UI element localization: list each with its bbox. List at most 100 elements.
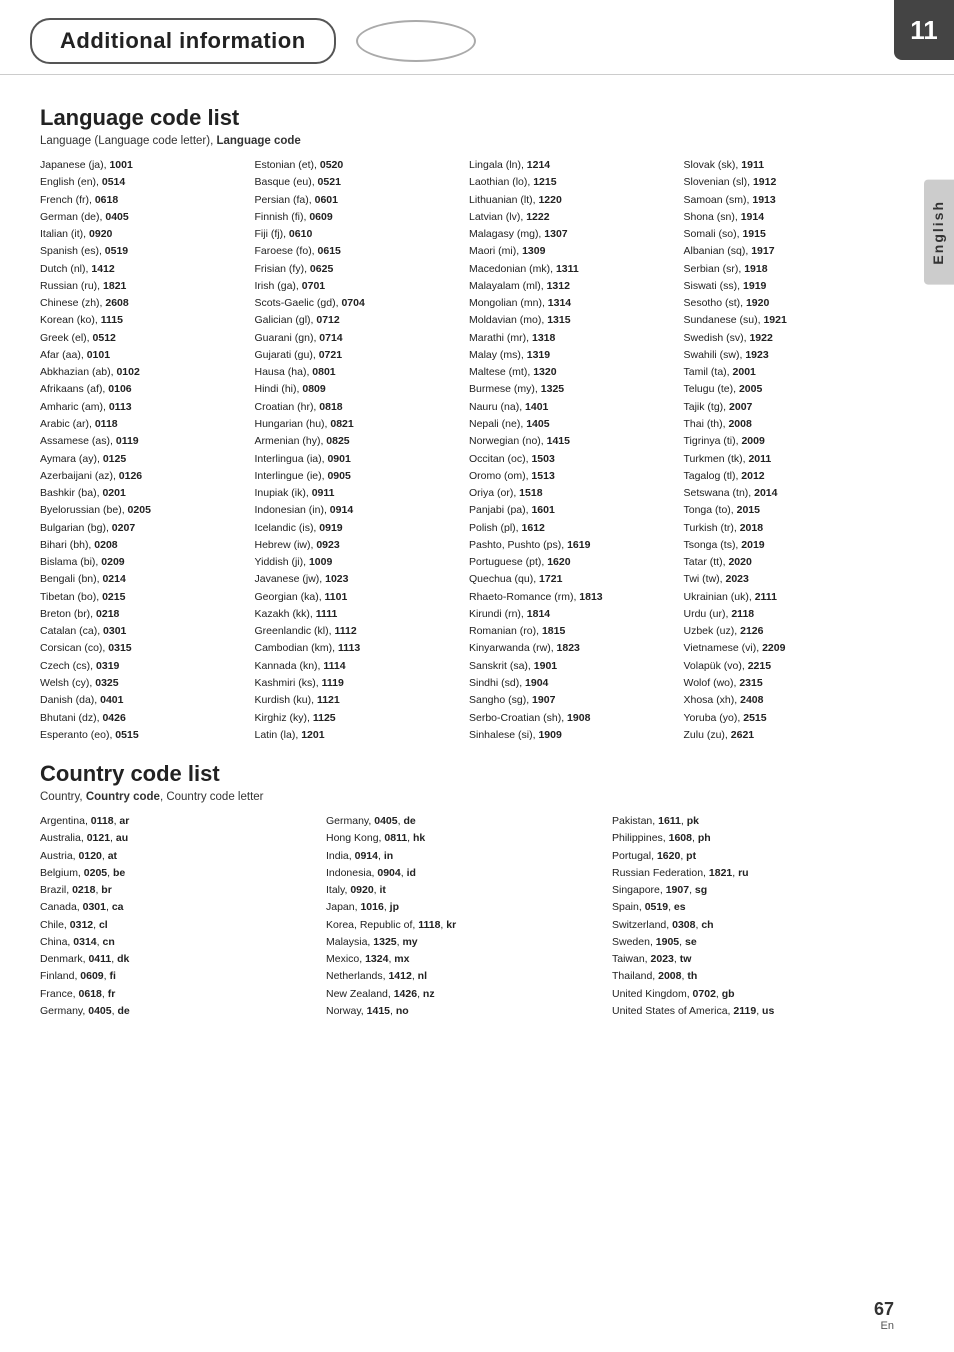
list-item: Bihari (bh), 0208 [40, 537, 251, 553]
list-item: German (de), 0405 [40, 209, 251, 225]
list-item: Laothian (lo), 1215 [469, 174, 680, 190]
list-item: United Kingdom, 0702, gb [612, 986, 894, 1002]
list-item: Vietnamese (vi), 2209 [684, 640, 895, 656]
list-item: Norwegian (no), 1415 [469, 433, 680, 449]
list-item: Sweden, 1905, se [612, 934, 894, 950]
footer-page-number: 67 [874, 1299, 894, 1320]
list-item: Australia, 0121, au [40, 830, 322, 846]
list-item: Thailand, 2008, th [612, 968, 894, 984]
list-item: Malaysia, 1325, my [326, 934, 608, 950]
language-subtitle-bold: Language code [216, 135, 300, 147]
list-item: Romanian (ro), 1815 [469, 623, 680, 639]
list-item: Macedonian (mk), 1311 [469, 261, 680, 277]
list-item: China, 0314, cn [40, 934, 322, 950]
list-item: India, 0914, in [326, 848, 608, 864]
list-item: Mongolian (mn), 1314 [469, 295, 680, 311]
list-item: Hungarian (hu), 0821 [255, 416, 466, 432]
main-content: Language code list Language (Language co… [0, 85, 954, 1039]
list-item: Malayalam (ml), 1312 [469, 278, 680, 294]
list-item: Tigrinya (ti), 2009 [684, 433, 895, 449]
list-item: Sesotho (st), 1920 [684, 295, 895, 311]
list-item: Polish (pl), 1612 [469, 520, 680, 536]
list-item: Singapore, 1907, sg [612, 882, 894, 898]
list-item: Taiwan, 2023, tw [612, 951, 894, 967]
list-item: Interlingua (ia), 0901 [255, 451, 466, 467]
list-item: New Zealand, 1426, nz [326, 986, 608, 1002]
list-item: Bashkir (ba), 0201 [40, 485, 251, 501]
list-item: Twi (tw), 2023 [684, 571, 895, 587]
list-item: Marathi (mr), 1318 [469, 330, 680, 346]
list-item: Hindi (hi), 0809 [255, 381, 466, 397]
list-item: Greenlandic (kl), 1112 [255, 623, 466, 639]
list-item: Russian Federation, 1821, ru [612, 865, 894, 881]
country-column-3: Pakistan, 1611, pkPhilippines, 1608, phP… [612, 813, 894, 1019]
language-columns: Japanese (ja), 1001English (en), 0514Fre… [40, 157, 894, 743]
list-item: Amharic (am), 0113 [40, 399, 251, 415]
list-item: Kirundi (rn), 1814 [469, 606, 680, 622]
list-item: Bislama (bi), 0209 [40, 554, 251, 570]
list-item: Armenian (hy), 0825 [255, 433, 466, 449]
list-item: Kirghiz (ky), 1125 [255, 710, 466, 726]
list-item: Latin (la), 1201 [255, 727, 466, 743]
list-item: Guarani (gn), 0714 [255, 330, 466, 346]
list-item: Philippines, 1608, ph [612, 830, 894, 846]
english-tab: English [924, 180, 954, 285]
list-item: Esperanto (eo), 0515 [40, 727, 251, 743]
list-item: Wolof (wo), 2315 [684, 675, 895, 691]
list-item: Indonesian (in), 0914 [255, 502, 466, 518]
list-item: Kinyarwanda (rw), 1823 [469, 640, 680, 656]
country-subtitle-mid: , Country code letter [160, 791, 264, 803]
list-item: Hausa (ha), 0801 [255, 364, 466, 380]
list-item: Nauru (na), 1401 [469, 399, 680, 415]
list-item: Afar (aa), 0101 [40, 347, 251, 363]
list-item: Dutch (nl), 1412 [40, 261, 251, 277]
list-item: Telugu (te), 2005 [684, 381, 895, 397]
list-item: Korea, Republic of, 1118, kr [326, 917, 608, 933]
country-column-1: Argentina, 0118, arAustralia, 0121, auAu… [40, 813, 322, 1019]
list-item: Ukrainian (uk), 2111 [684, 589, 895, 605]
list-item: Kurdish (ku), 1121 [255, 692, 466, 708]
list-item: Frisian (fy), 0625 [255, 261, 466, 277]
list-item: Thai (th), 2008 [684, 416, 895, 432]
list-item: Tonga (to), 2015 [684, 502, 895, 518]
list-item: Croatian (hr), 0818 [255, 399, 466, 415]
list-item: Occitan (oc), 1503 [469, 451, 680, 467]
list-item: Albanian (sq), 1917 [684, 243, 895, 259]
list-item: Volapük (vo), 2215 [684, 658, 895, 674]
list-item: Tajik (tg), 2007 [684, 399, 895, 415]
list-item: Inupiak (ik), 0911 [255, 485, 466, 501]
list-item: Tibetan (bo), 0215 [40, 589, 251, 605]
list-item: Brazil, 0218, br [40, 882, 322, 898]
list-item: Interlingue (ie), 0905 [255, 468, 466, 484]
list-item: Malagasy (mg), 1307 [469, 226, 680, 242]
list-item: Zulu (zu), 2621 [684, 727, 895, 743]
list-item: Setswana (tn), 2014 [684, 485, 895, 501]
list-item: Cambodian (km), 1113 [255, 640, 466, 656]
list-item: Icelandic (is), 0919 [255, 520, 466, 536]
list-item: Tagalog (tl), 2012 [684, 468, 895, 484]
list-item: Kannada (kn), 1114 [255, 658, 466, 674]
list-item: Swahili (sw), 1923 [684, 347, 895, 363]
list-item: Sindhi (sd), 1904 [469, 675, 680, 691]
list-item: Tamil (ta), 2001 [684, 364, 895, 380]
list-item: Javanese (jw), 1023 [255, 571, 466, 587]
list-item: Rhaeto-Romance (rm), 1813 [469, 589, 680, 605]
page-header: Additional information 11 [0, 0, 954, 75]
list-item: Turkmen (tk), 2011 [684, 451, 895, 467]
list-item: Afrikaans (af), 0106 [40, 381, 251, 397]
list-item: Urdu (ur), 2118 [684, 606, 895, 622]
page-footer: 67 En [874, 1299, 894, 1332]
list-item: Slovenian (sl), 1912 [684, 174, 895, 190]
list-item: Burmese (my), 1325 [469, 381, 680, 397]
list-item: Indonesia, 0904, id [326, 865, 608, 881]
country-section-subtitle: Country, Country code, Country code lett… [40, 791, 894, 803]
list-item: United States of America, 2119, us [612, 1003, 894, 1019]
list-item: Byelorussian (be), 0205 [40, 502, 251, 518]
list-item: Oriya (or), 1518 [469, 485, 680, 501]
list-item: Belgium, 0205, be [40, 865, 322, 881]
list-item: Maori (mi), 1309 [469, 243, 680, 259]
list-item: English (en), 0514 [40, 174, 251, 190]
header-page-number: 11 [894, 0, 954, 60]
list-item: Finnish (fi), 0609 [255, 209, 466, 225]
list-item: Oromo (om), 1513 [469, 468, 680, 484]
